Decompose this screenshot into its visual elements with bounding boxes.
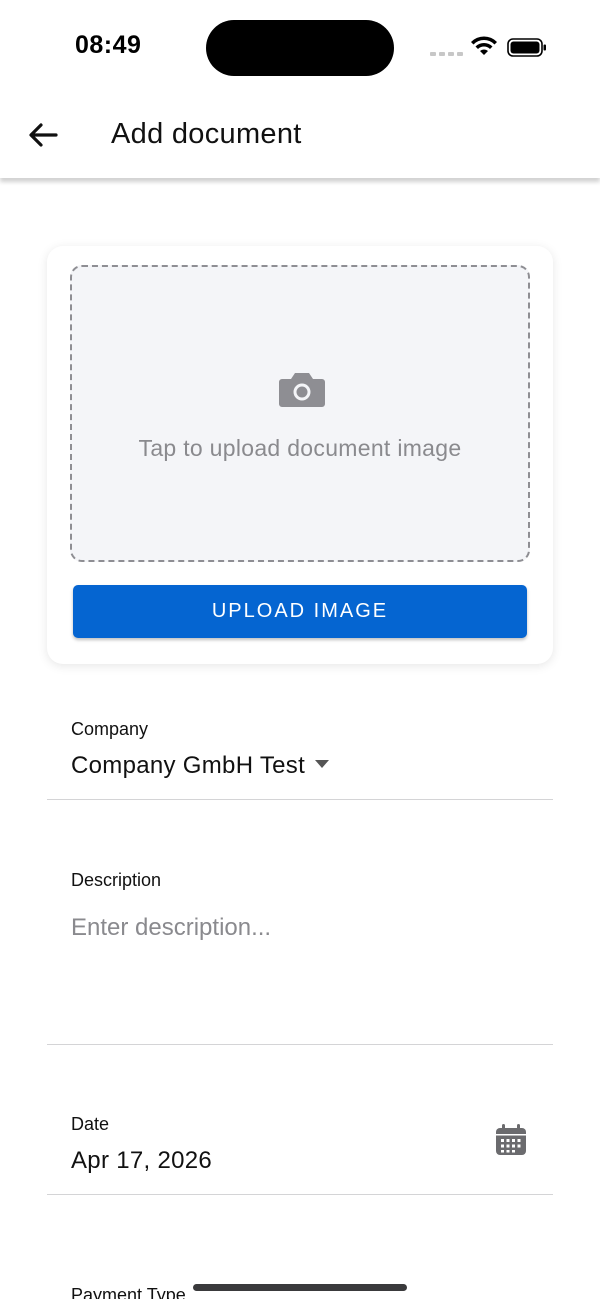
company-label: Company — [71, 719, 149, 739]
description-label: Description — [71, 870, 162, 890]
cellular-signal-icon — [430, 52, 463, 56]
arrow-back-icon[interactable] — [26, 118, 60, 152]
camera-icon — [279, 373, 325, 407]
date-field: Date Apr 17, 2026 — [47, 1095, 553, 1195]
calendar-icon[interactable] — [494, 1123, 528, 1157]
date-label: Date — [71, 1114, 110, 1134]
wifi-icon — [471, 36, 497, 55]
home-indicator — [193, 1284, 407, 1291]
description-input[interactable] — [71, 914, 531, 1014]
app-bar: Add document — [0, 96, 600, 178]
payment-type-field: Payment Type — [47, 1260, 553, 1299]
date-value[interactable]: Apr 17, 2026 — [71, 1147, 212, 1175]
status-bar: 08:49 — [0, 0, 600, 96]
image-dropzone[interactable]: Tap to upload document image — [70, 265, 530, 562]
dynamic-island — [206, 20, 394, 76]
company-value: Company GmbH Test — [71, 752, 306, 779]
upload-image-button[interactable]: UPLOAD IMAGE — [73, 585, 527, 638]
status-time: 08:49 — [75, 31, 142, 59]
upload-prompt: Tap to upload document image — [138, 435, 462, 461]
description-field: Description — [47, 850, 553, 1045]
payment-type-label: Payment Type — [71, 1285, 186, 1299]
company-dropdown[interactable]: Company GmbH Test — [71, 752, 330, 780]
dropdown-arrow-icon — [315, 759, 330, 768]
page-title: Add document — [111, 118, 302, 150]
battery-icon — [507, 38, 546, 57]
upload-card: Tap to upload document image UPLOAD IMAG… — [47, 246, 553, 664]
company-field: Company Company GmbH Test — [47, 700, 553, 800]
